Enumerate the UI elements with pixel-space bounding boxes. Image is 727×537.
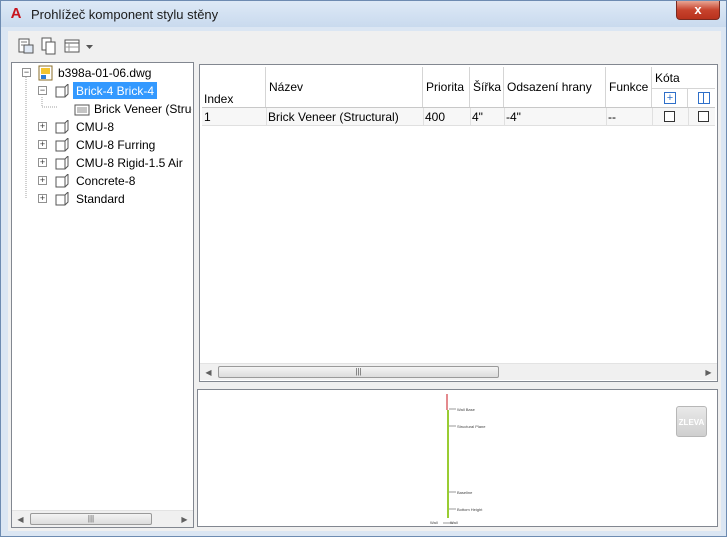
dimension-checkbox-2[interactable] xyxy=(698,111,709,122)
wall-style-browser-window: A Prohlížeč komponent stylu stěny x − b3… xyxy=(0,0,727,537)
column-header-index[interactable]: Index xyxy=(202,67,266,107)
preview-label: Wall xyxy=(450,520,458,525)
header-label: Odsazení hrany xyxy=(507,80,592,94)
cell-name[interactable]: Brick Veneer (Structural) xyxy=(268,110,422,124)
chevron-down-icon[interactable] xyxy=(85,36,95,56)
preview-label: Wall xyxy=(430,520,438,525)
wall-style-icon xyxy=(54,118,70,134)
cell-index[interactable]: 1 xyxy=(204,110,211,124)
expand-icon[interactable]: + xyxy=(38,176,47,185)
table-row[interactable]: 1 Brick Veneer (Structural) 400 4" -4" -… xyxy=(202,108,715,126)
tree-item-cmu-8-rigid[interactable]: + CMU-8 Rigid-1.5 Air xyxy=(12,154,192,172)
column-header-name[interactable]: Název xyxy=(266,67,423,107)
scroll-right-arrow-icon[interactable]: ▶ xyxy=(700,364,717,381)
dimension-add-icon: + xyxy=(664,92,676,104)
components-grid: Index Název Priorita Šířka Odsazení hran… xyxy=(202,67,715,360)
preview-label: Bottom Height xyxy=(457,507,483,512)
tree-item-brick-veneer[interactable]: Brick Veneer (Structural) xyxy=(12,100,192,118)
toolbar xyxy=(8,31,721,59)
tree-item-label: Brick-4 Brick-4 xyxy=(73,82,158,99)
column-header-width[interactable]: Šířka xyxy=(470,67,504,107)
wall-style-icon xyxy=(54,82,70,98)
window-title: Prohlížeč komponent stylu stěny xyxy=(31,7,219,22)
expand-icon[interactable]: + xyxy=(38,158,47,167)
wall-style-icon xyxy=(54,136,70,152)
cell-width[interactable]: 4" xyxy=(472,110,483,124)
dwg-file-icon xyxy=(38,65,54,81)
header-label: Funkce xyxy=(609,80,649,94)
grid-horizontal-scrollbar[interactable]: ◀ ||| ▶ xyxy=(200,363,717,380)
component-tree: − b398a-01-06.dwg − Brick-4 Brick-4 Bric… xyxy=(11,62,194,528)
header-label: Šířka xyxy=(473,80,502,94)
header-label: Název xyxy=(269,80,304,94)
tree-item-label: CMU-8 Furring xyxy=(76,138,156,152)
component-icon xyxy=(74,103,90,116)
wall-style-icon xyxy=(54,172,70,188)
expand-icon[interactable]: + xyxy=(38,140,47,149)
column-header-priority[interactable]: Priorita xyxy=(423,67,470,107)
tree-item-brick-4[interactable]: − Brick-4 Brick-4 xyxy=(12,82,192,100)
column-header-function[interactable]: Funkce xyxy=(606,67,652,107)
cell-edge-offset[interactable]: -4" xyxy=(506,110,521,124)
preview-label: Baseline xyxy=(457,490,473,495)
column-header-dimension[interactable]: Kóta xyxy=(652,67,715,89)
wall-style-icon xyxy=(54,190,70,206)
scroll-left-arrow-icon[interactable]: ◀ xyxy=(200,364,217,381)
cell-function[interactable]: -- xyxy=(608,110,616,124)
tree-item-label: Brick Veneer (Structural) xyxy=(94,102,192,116)
components-grid-panel: Index Název Priorita Šířka Odsazení hran… xyxy=(199,64,718,382)
scroll-thumb[interactable]: ||| xyxy=(218,366,499,378)
dimension-wall-icon xyxy=(698,92,710,104)
tree-item-standard[interactable]: + Standard xyxy=(12,190,192,208)
tree-item-label: Concrete-8 xyxy=(76,174,136,188)
header-label: Index xyxy=(204,92,234,106)
copy-icon[interactable] xyxy=(39,36,59,56)
collapse-icon[interactable]: − xyxy=(22,68,31,77)
tree-item-file[interactable]: − b398a-01-06.dwg xyxy=(12,64,192,82)
wall-preview-panel: Wall Base Structural Plane Baseline Bott… xyxy=(197,389,718,527)
tree-file-label: b398a-01-06.dwg xyxy=(58,66,152,80)
expand-icon[interactable]: + xyxy=(38,194,47,203)
preview-label: Structural Plane xyxy=(457,424,486,429)
tree-item-concrete-8[interactable]: + Concrete-8 xyxy=(12,172,192,190)
cell-priority[interactable]: 400 xyxy=(425,110,445,124)
scroll-right-arrow-icon[interactable]: ▶ xyxy=(176,511,193,528)
dimension-subheader-right[interactable] xyxy=(688,89,715,107)
tree-item-cmu-8[interactable]: + CMU-8 xyxy=(12,118,192,136)
close-button[interactable]: x xyxy=(676,1,720,20)
wall-style-icon xyxy=(54,154,70,170)
table-view-icon[interactable] xyxy=(63,36,83,56)
collapse-icon[interactable]: − xyxy=(38,86,47,95)
tree-horizontal-scrollbar[interactable]: ◀ ||| ▶ xyxy=(12,510,193,527)
scroll-thumb[interactable]: ||| xyxy=(30,513,152,525)
column-header-edge-offset[interactable]: Odsazení hrany xyxy=(504,67,606,107)
dialog-client-area: − b398a-01-06.dwg − Brick-4 Brick-4 Bric… xyxy=(8,31,721,531)
autocad-app-icon: A xyxy=(10,5,22,22)
tree-item-label: Standard xyxy=(76,192,125,206)
header-label: Priorita xyxy=(426,80,465,94)
tree-item-label: CMU-8 Rigid-1.5 Air xyxy=(76,156,183,170)
dimension-subheader-left[interactable]: + xyxy=(652,89,688,107)
expand-icon[interactable]: + xyxy=(38,122,47,131)
view-left-button[interactable]: ZLEVA xyxy=(676,406,707,437)
header-label: Kóta xyxy=(655,71,680,85)
scroll-left-arrow-icon[interactable]: ◀ xyxy=(12,511,29,528)
dimension-checkbox-1[interactable] xyxy=(664,111,675,122)
title-bar: A Prohlížeč komponent stylu stěny x xyxy=(1,1,726,27)
tree-item-label: CMU-8 xyxy=(76,120,114,134)
preview-label: Wall Base xyxy=(457,407,475,412)
tree-item-cmu-8-furring[interactable]: + CMU-8 Furring xyxy=(12,136,192,154)
view-properties-icon[interactable] xyxy=(16,36,36,56)
